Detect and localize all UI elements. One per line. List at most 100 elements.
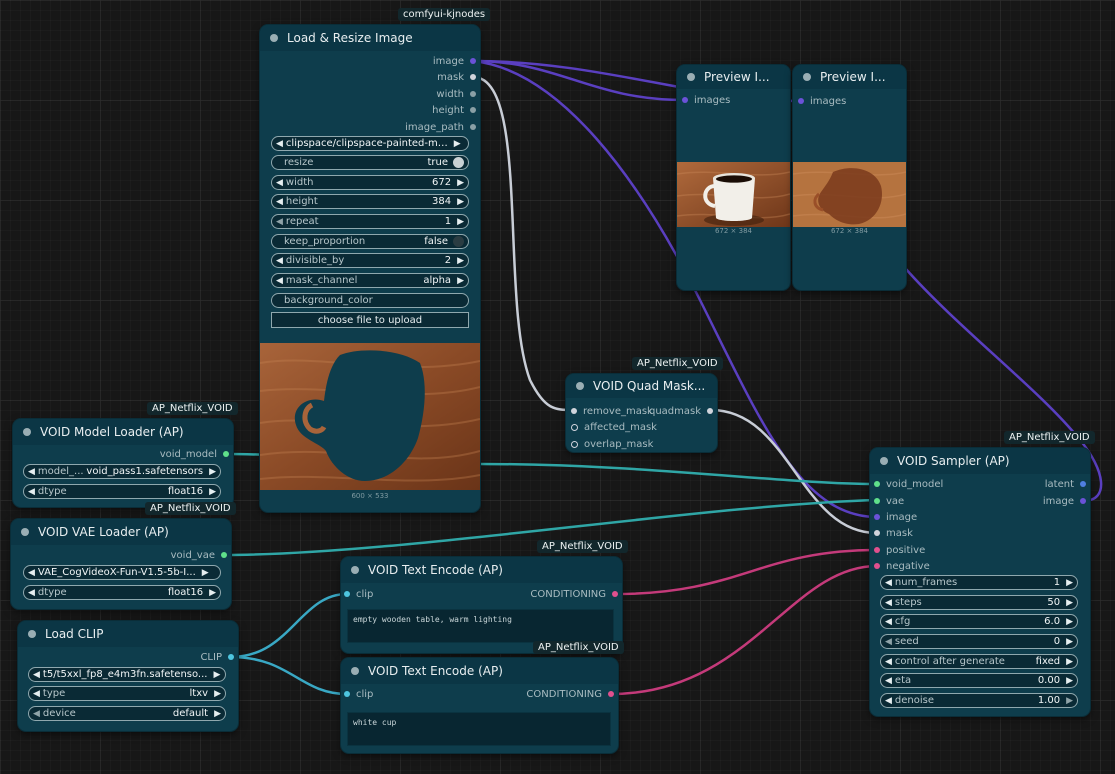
slot-dot-icon[interactable] [707, 408, 713, 414]
output-height[interactable]: height [432, 103, 476, 117]
input-affected-mask[interactable]: affected_mask [571, 420, 657, 434]
height-number[interactable]: ◀ height 384 ▶ [271, 194, 469, 209]
eta-number[interactable]: ◀ eta 0.00 ▶ [880, 673, 1078, 688]
node-title-bar[interactable]: VOID Text Encode (AP) [341, 658, 618, 684]
arrow-left-icon[interactable]: ◀ [885, 598, 892, 608]
device-combo[interactable]: ◀ device default ▶ [28, 706, 226, 721]
node-title-bar[interactable]: VOID Model Loader (AP) [13, 419, 233, 445]
toggle-off-icon[interactable] [453, 236, 464, 247]
mask-channel-combo[interactable]: ◀ mask_channel alpha ▶ [271, 273, 469, 288]
arrow-left-icon[interactable]: ◀ [885, 578, 892, 588]
arrow-right-icon[interactable]: ▶ [202, 568, 209, 578]
cfg-number[interactable]: ◀ cfg 6.0 ▶ [880, 614, 1078, 629]
output-image[interactable]: image [433, 54, 476, 68]
arrow-right-icon[interactable]: ▶ [1066, 657, 1073, 667]
arrow-left-icon[interactable]: ◀ [885, 657, 892, 667]
arrow-left-icon[interactable]: ◀ [885, 676, 892, 686]
input-remove-mask[interactable]: remove_mask [571, 404, 653, 418]
arrow-right-icon[interactable]: ▶ [213, 670, 220, 680]
slot-dot-icon[interactable] [571, 440, 578, 448]
node-title-bar[interactable]: VOID Text Encode (AP) [341, 557, 622, 583]
arrow-left-icon[interactable]: ◀ [33, 670, 40, 680]
arrow-right-icon[interactable]: ▶ [457, 197, 464, 207]
input-positive[interactable]: positive [874, 543, 925, 557]
width-number[interactable]: ◀ width 672 ▶ [271, 175, 469, 190]
slot-dot-icon[interactable] [223, 451, 229, 457]
dtype-combo[interactable]: ◀ dtype float16 ▶ [23, 484, 221, 499]
prompt-textarea[interactable]: white cup [347, 712, 611, 746]
slot-dot-icon[interactable] [1080, 481, 1086, 487]
slot-dot-icon[interactable] [798, 98, 804, 104]
input-image[interactable]: image [874, 510, 917, 524]
divisible-by-number[interactable]: ◀ divisible_by 2 ▶ [271, 253, 469, 268]
arrow-left-icon[interactable]: ◀ [276, 178, 283, 188]
collapse-dot-icon[interactable] [21, 528, 29, 536]
void-model-loader-node[interactable]: VOID Model Loader (AP) void_model ◀ mode… [13, 419, 233, 507]
node-title-bar[interactable]: VOID Quad Mask... [566, 374, 717, 398]
output-image-path[interactable]: image_path [405, 120, 476, 134]
output-void-vae[interactable]: void_vae [171, 548, 227, 562]
node-title-bar[interactable]: VOID VAE Loader (AP) [11, 519, 231, 545]
slot-dot-icon[interactable] [221, 552, 227, 558]
upload-button[interactable]: choose file to upload [271, 312, 469, 328]
arrow-left-icon[interactable]: ◀ [33, 689, 40, 699]
collapse-dot-icon[interactable] [270, 34, 278, 42]
arrow-right-icon[interactable]: ▶ [1066, 676, 1073, 686]
arrow-right-icon[interactable]: ▶ [457, 276, 464, 286]
preview-image-node-2[interactable]: Preview I... images 672 × 384 [793, 65, 906, 290]
collapse-dot-icon[interactable] [687, 73, 695, 81]
arrow-left-icon[interactable]: ◀ [276, 276, 283, 286]
node-title-bar[interactable]: VOID Sampler (AP) [870, 448, 1090, 474]
arrow-right-icon[interactable]: ▶ [1066, 578, 1073, 588]
input-overlap-mask[interactable]: overlap_mask [571, 437, 653, 451]
slot-dot-icon[interactable] [228, 654, 234, 660]
input-clip[interactable]: clip [344, 587, 373, 601]
load-resize-image-node[interactable]: Load & Resize Image image mask width hei… [260, 25, 480, 512]
output-width[interactable]: width [436, 87, 476, 101]
arrow-left-icon[interactable]: ◀ [276, 197, 283, 207]
slot-dot-icon[interactable] [1080, 498, 1086, 504]
input-images[interactable]: images [682, 93, 730, 107]
slot-dot-icon[interactable] [470, 107, 476, 113]
arrow-right-icon[interactable]: ▶ [209, 588, 216, 598]
dtype-combo[interactable]: ◀ dtype float16 ▶ [23, 585, 221, 600]
input-negative[interactable]: negative [874, 559, 930, 573]
arrow-right-icon[interactable]: ▶ [454, 139, 461, 149]
background-color-input[interactable]: background_color [271, 293, 469, 308]
output-void-model[interactable]: void_model [160, 447, 229, 461]
input-clip[interactable]: clip [344, 687, 373, 701]
type-combo[interactable]: ◀ type ltxv ▶ [28, 686, 226, 701]
slot-dot-icon[interactable] [874, 498, 880, 504]
load-clip-node[interactable]: Load CLIP CLIP ◀ t5/t5xxl_fp8_e4m3fn.saf… [18, 621, 238, 731]
slot-dot-icon[interactable] [470, 58, 476, 64]
slot-dot-icon[interactable] [874, 563, 880, 569]
slot-dot-icon[interactable] [344, 591, 350, 597]
prompt-textarea[interactable]: empty wooden table, warm lighting [347, 609, 614, 643]
collapse-dot-icon[interactable] [351, 667, 359, 675]
input-void-model[interactable]: void_model [874, 477, 943, 491]
arrow-left-icon[interactable]: ◀ [885, 696, 892, 706]
arrow-right-icon[interactable]: ▶ [1066, 637, 1073, 647]
image-file-combo[interactable]: ◀ clipspace/clipspace-painted-m… ▶ [271, 136, 469, 151]
slot-dot-icon[interactable] [470, 74, 476, 80]
arrow-left-icon[interactable]: ◀ [885, 637, 892, 647]
slot-dot-icon[interactable] [470, 91, 476, 97]
input-images[interactable]: images [798, 94, 846, 108]
preview-image-node-1[interactable]: Preview I... images 672 × 384 [677, 65, 790, 290]
control-after-generate-combo[interactable]: ◀ control after generate fixed ▶ [880, 654, 1078, 669]
output-latent[interactable]: latent [1045, 477, 1086, 491]
keep-proportion-toggle[interactable]: keep_proportion false [271, 234, 469, 249]
collapse-dot-icon[interactable] [28, 630, 36, 638]
output-conditioning[interactable]: CONDITIONING [526, 687, 614, 701]
arrow-left-icon[interactable]: ◀ [28, 467, 35, 477]
denoise-number[interactable]: ◀ denoise 1.00 ▶ [880, 693, 1078, 708]
arrow-left-icon[interactable]: ◀ [33, 709, 40, 719]
slot-dot-icon[interactable] [874, 481, 880, 487]
seed-number[interactable]: ◀ seed 0 ▶ [880, 634, 1078, 649]
clip-name-combo[interactable]: ◀ t5/t5xxl_fp8_e4m3fn.safetenso... ▶ [28, 667, 226, 682]
arrow-right-icon[interactable]: ▶ [209, 467, 216, 477]
collapse-dot-icon[interactable] [880, 457, 888, 465]
arrow-left-icon[interactable]: ◀ [276, 256, 283, 266]
input-vae[interactable]: vae [874, 494, 904, 508]
output-quadmask[interactable]: quadmask [649, 404, 713, 418]
